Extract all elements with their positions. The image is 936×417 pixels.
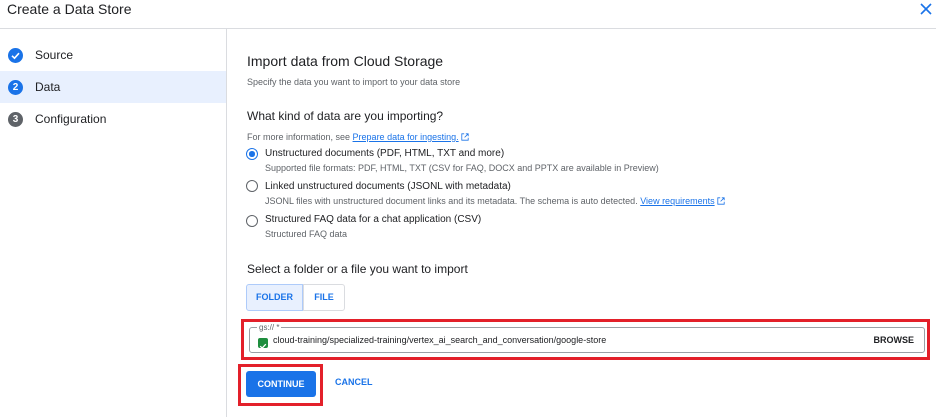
dialog-title: Create a Data Store xyxy=(7,1,132,17)
info-prefix: For more information, see xyxy=(247,132,353,142)
option-desc-text: JSONL files with unstructured document l… xyxy=(265,196,638,206)
valid-check-icon xyxy=(258,338,268,350)
radio-unstructured[interactable] xyxy=(246,148,258,160)
gcs-path-field[interactable]: gs:// * cloud-training/specialized-train… xyxy=(249,323,925,353)
external-link-icon xyxy=(461,133,469,141)
step-label: Data xyxy=(35,80,61,94)
step-source[interactable]: Source xyxy=(0,39,226,71)
browse-button[interactable]: BROWSE xyxy=(874,335,915,345)
external-link-icon xyxy=(716,197,725,205)
radio-linked-unstructured[interactable] xyxy=(246,180,258,192)
gcs-path-highlight: gs:// * cloud-training/specialized-train… xyxy=(241,319,930,360)
continue-highlight: CONTINUE xyxy=(238,364,323,406)
page-title: Import data from Cloud Storage xyxy=(247,53,444,69)
main-panel: Import data from Cloud Storage Specify t… xyxy=(227,29,936,417)
option-label: Structured FAQ data for a chat applicati… xyxy=(265,214,482,225)
file-toggle-button[interactable]: FILE xyxy=(303,284,345,311)
folder-toggle-button[interactable]: FOLDER xyxy=(246,284,303,311)
option-label: Linked unstructured documents (JSONL wit… xyxy=(265,181,511,192)
prepare-data-link[interactable]: Prepare data for ingesting. xyxy=(353,132,459,142)
option-description: Structured FAQ data xyxy=(265,229,348,239)
select-import-heading: Select a folder or a file you want to im… xyxy=(247,262,468,276)
info-text: For more information, see Prepare data f… xyxy=(247,132,469,142)
step-data[interactable]: 2 Data xyxy=(0,71,226,103)
stepper-sidebar: Source 2 Data 3 Configuration xyxy=(0,29,227,417)
gcs-path-value: cloud-training/specialized-training/vert… xyxy=(273,335,607,345)
continue-button[interactable]: CONTINUE xyxy=(246,371,316,397)
step-configuration[interactable]: 3 Configuration xyxy=(0,103,226,135)
step-label: Configuration xyxy=(35,112,107,126)
dialog-header: Create a Data Store xyxy=(0,0,936,29)
step-number: 3 xyxy=(8,112,23,127)
page-subtitle: Specify the data you want to import to y… xyxy=(247,77,461,87)
field-label: gs:// * xyxy=(257,323,282,332)
radio-structured-faq[interactable] xyxy=(246,215,258,227)
close-icon[interactable] xyxy=(917,0,935,18)
step-label: Source xyxy=(35,48,74,62)
data-kind-heading: What kind of data are you importing? xyxy=(247,109,444,123)
check-icon xyxy=(8,48,23,63)
option-description: JSONL files with unstructured document l… xyxy=(265,196,725,206)
option-description: Supported file formats: PDF, HTML, TXT (… xyxy=(265,163,659,173)
step-number: 2 xyxy=(8,80,23,95)
option-label: Unstructured documents (PDF, HTML, TXT a… xyxy=(265,148,505,159)
view-requirements-link[interactable]: View requirements xyxy=(640,196,714,206)
cancel-button[interactable]: CANCEL xyxy=(335,377,373,387)
